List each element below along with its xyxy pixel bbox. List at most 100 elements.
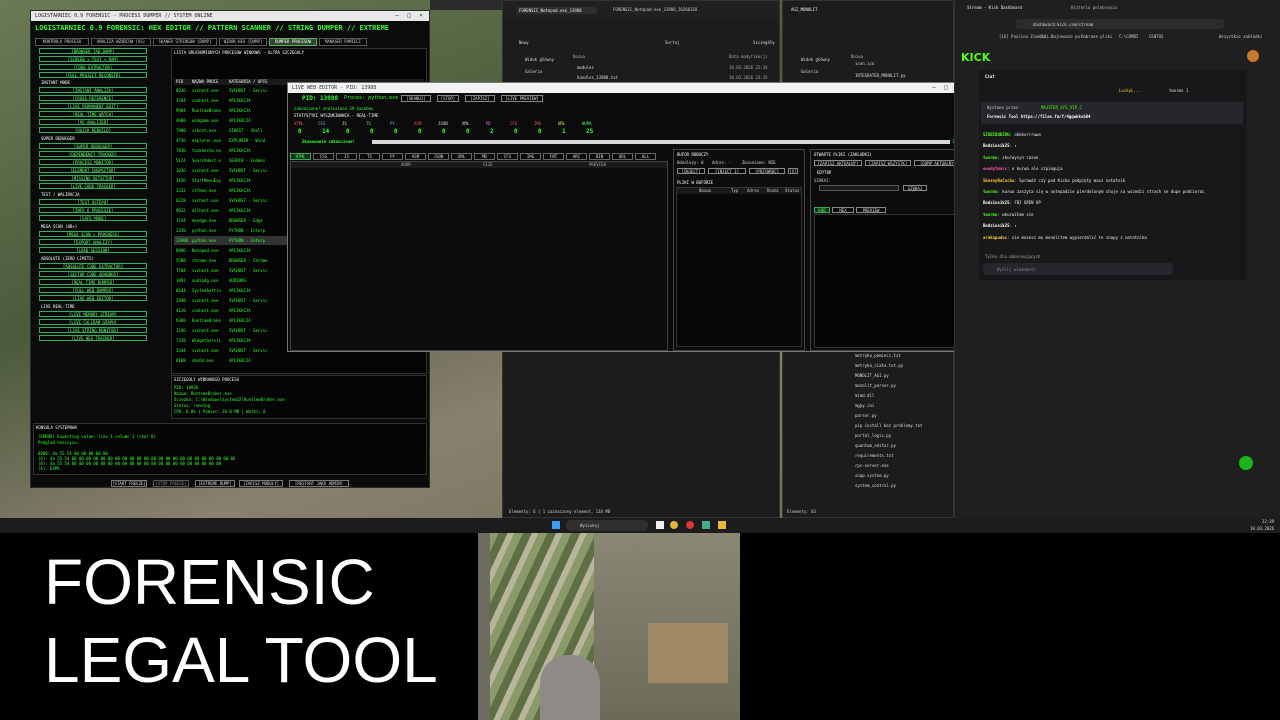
load-session-button[interactable]: [LOAD SESSION]	[39, 247, 147, 253]
live-permanent-edit-button[interactable]: [LIVE PERMANENT EDIT]	[39, 103, 147, 109]
tab-kontrola[interactable]: KONTROLA PROCESU	[35, 38, 89, 46]
absolute-code-extractor-button[interactable]: [ABSOLUTE CODE EXTRACTOR]	[39, 263, 147, 269]
result-tab[interactable]: CFG	[497, 153, 518, 160]
live-callram-graph-button[interactable]: [LIVE CALLRAM GRAPH]	[39, 319, 147, 325]
chat-username[interactable]: SkeznyNaCucko	[983, 178, 1014, 183]
taskbar-app-icon[interactable]	[702, 521, 710, 529]
file-row[interactable]: INTEGRATED_MONOLIT.py	[855, 73, 906, 78]
file-row[interactable]: system_control.py	[855, 483, 896, 488]
col-name-header[interactable]: Nazwa	[573, 54, 585, 59]
file-row[interactable]: handles_13988.txt	[577, 75, 618, 80]
tab-analiza[interactable]: ANALIZA WZORCOW [AS]	[91, 38, 151, 46]
extreme-dump-button[interactable]: [EXTREME DUMP]	[195, 480, 235, 487]
sector-code-grabber-button[interactable]: [SECTOR CODE GRABBER]	[39, 271, 147, 277]
real-time-watch-button[interactable]: [REAL-TIME WATCH]	[39, 111, 147, 117]
result-tab[interactable]: HTML	[290, 153, 311, 160]
stop-button[interactable]: [STOP]	[437, 95, 459, 102]
col-name-header[interactable]: Nazwa	[851, 54, 863, 59]
file-row[interactable]: mgpy.ini	[855, 403, 874, 408]
file-row[interactable]: pip install bez problemy.txt	[855, 423, 922, 428]
file-row[interactable]: quantum_editor.py	[855, 443, 896, 448]
chat-username[interactable]: twormo	[983, 212, 997, 217]
safe-mode-button[interactable]: [SAFE MODE]	[39, 215, 147, 221]
result-tab[interactable]: JS	[336, 153, 357, 160]
test-ostepu-button[interactable]: [TEST OSTEPU]	[39, 199, 147, 205]
kick-logo[interactable]: KICK	[961, 51, 990, 64]
result-tab[interactable]: URL	[612, 153, 633, 160]
tab-skaner[interactable]: SKANER STRINGOW [DUMP]	[153, 38, 217, 46]
taskbar-app-icon[interactable]	[656, 521, 664, 529]
live-code-tracker-button[interactable]: [LIVE CODE TRACKER]	[39, 183, 147, 189]
start-icon[interactable]	[552, 521, 560, 529]
full-project-button[interactable]: [FULL PROJECT RECONSTR]	[39, 72, 147, 78]
bookmark-item[interactable]: Pobrane pliki	[1081, 34, 1112, 39]
maximize-icon[interactable]: □	[403, 11, 415, 21]
find-input[interactable]	[819, 185, 899, 191]
explorer-tab[interactable]: FORENSIC_Notepad.exe_13988_20260318	[613, 7, 723, 12]
clock-time[interactable]: 22:39	[1262, 519, 1274, 524]
live-memory-stream-button[interactable]: [LIVE MEMORY STREAM]	[39, 311, 147, 317]
nav-gallery[interactable]: Galeria	[525, 69, 542, 74]
pe-analizer-button[interactable]: [PE ANALIZER]	[39, 119, 147, 125]
find-button[interactable]: SZUKAJ	[903, 185, 927, 191]
result-tab[interactable]: JSON	[428, 153, 449, 160]
browser-tab-active[interactable]: Stream - Kick Dashboard	[967, 5, 1022, 10]
editor-tab-code[interactable]: KOD	[814, 207, 830, 213]
element-inspector-button[interactable]: [ELEMENT INSPECTOR]	[39, 167, 147, 173]
bookmark-item[interactable]: Wszystkie zakładki	[1219, 34, 1262, 39]
tab-dumper[interactable]: DUMPER PROCESOW	[269, 38, 317, 46]
file-row[interactable]: mimd.dll	[855, 393, 874, 398]
chat-username[interactable]: Bodziosik25	[983, 200, 1010, 205]
browser-tab[interactable]: Historia polebrania	[1071, 5, 1117, 10]
stop-freeze-button[interactable]: [STOP FREEZE]	[153, 480, 189, 487]
full-web-dumper-button[interactable]: [FULL WEB DUMPER]	[39, 287, 147, 293]
file-row[interactable]: metryka_ciała.txt.py	[855, 363, 903, 368]
result-tab[interactable]: ARC	[566, 153, 587, 160]
result-tab[interactable]: ASM	[405, 153, 426, 160]
file-row[interactable]: modules	[577, 65, 594, 70]
minimize-icon[interactable]: –	[391, 11, 403, 21]
restart-admin-button[interactable]: [RESTART JAKO ADMIN]	[289, 480, 349, 487]
address-bar[interactable]: dashboard.kick.com/stream	[1015, 19, 1225, 29]
dependency-tracker-button[interactable]: [DEPENDENCY TRACKER]	[39, 151, 147, 157]
live-hex-tracker-button[interactable]: [LIVE HEX TRACKER]	[39, 335, 147, 341]
chat-username[interactable]: Bodziosik25	[983, 223, 1010, 228]
tab-hex[interactable]: WIDOK HEX [DUMP]	[219, 38, 267, 46]
chat-input[interactable]: Wyślij wiadomość	[983, 263, 1173, 275]
restore-button[interactable]: [PRZYWROC]	[749, 168, 785, 174]
explorer2-tab[interactable]: AGI_MONOLIT	[791, 7, 818, 12]
forensic-window-titlebar[interactable]: LOGISTARNIEC 0.9 FORENSIC - PROCESS DUMP…	[31, 11, 429, 21]
chat-username[interactable]: ewadytmarc	[983, 166, 1007, 171]
background-window[interactable]	[430, 0, 502, 10]
result-tab[interactable]: IMG	[520, 153, 541, 160]
explorer-tab[interactable]: FORENSIC_Notepad.exe_13988	[517, 7, 597, 14]
real-time-dumper-button[interactable]: [REAL-TIME DUMPER]	[39, 279, 147, 285]
chat-username[interactable]: Bodziosik25	[983, 143, 1010, 148]
tab-manager[interactable]: MANAGER PAMIECI	[319, 38, 367, 46]
save-all-button[interactable]: [ZAPISZ WSZYSTK]	[865, 160, 911, 166]
screen-text-ram-button[interactable]: [SCREEN + TEXT + RAM]	[39, 56, 147, 62]
live-preview-button[interactable]: [LIVE PREVIEW]	[501, 95, 543, 102]
result-tab[interactable]: PY	[382, 153, 403, 160]
taskbar-app-icon[interactable]	[670, 521, 678, 529]
start-freeze-button[interactable]: [START FREEZE]	[111, 480, 147, 487]
code-extractor-button[interactable]: [CODE EXTRACTOR]	[39, 64, 147, 70]
avatar[interactable]	[1247, 50, 1259, 62]
result-tab[interactable]: FNT	[543, 153, 564, 160]
nav-gallery[interactable]: Galeria	[801, 69, 818, 74]
quick-rebuild-button[interactable]: [QUICK REBUILD]	[39, 127, 147, 133]
missing-detector-button[interactable]: [MISSING DETECTOR]	[39, 175, 147, 181]
chat-username[interactable]: SZUBIDUBIDU	[983, 132, 1010, 137]
bookmark-item[interactable]: C:\COMBI	[1119, 34, 1138, 39]
clock-date[interactable]: 18.03.2026	[1250, 526, 1274, 531]
taskbar-search[interactable]: Wyszukaj	[566, 520, 648, 531]
sort-button[interactable]: Sortuj	[665, 37, 679, 49]
result-tab[interactable]: XML	[451, 153, 472, 160]
result-tab[interactable]: CSS	[313, 153, 334, 160]
taskbar-app-icon[interactable]	[718, 521, 726, 529]
file-row[interactable]: requirements.txt	[855, 453, 894, 458]
scan-button[interactable]: [SKANUJ]	[401, 95, 431, 102]
minimize-icon[interactable]: –	[928, 83, 940, 93]
export-analizy-button[interactable]: [EXPORT ANALIZY]	[39, 239, 147, 245]
file-row[interactable]: parser.py	[855, 413, 877, 418]
